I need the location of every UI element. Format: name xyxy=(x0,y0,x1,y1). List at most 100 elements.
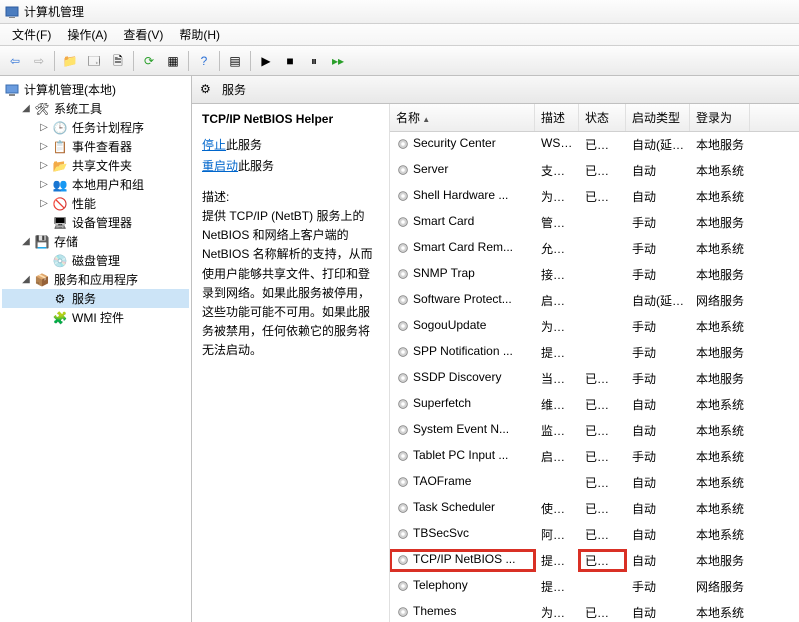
gear-icon xyxy=(396,605,410,619)
col-header-name[interactable]: 名称 xyxy=(390,104,535,131)
service-row[interactable]: Server支持...已启动自动本地系统 xyxy=(390,158,799,184)
tree-services-apps[interactable]: ◢ 📦 服务和应用程序 xyxy=(2,270,189,289)
gear-icon xyxy=(396,319,410,333)
expand-icon[interactable]: ▷ xyxy=(38,198,50,210)
service-startup: 自动(延迟... xyxy=(626,290,690,311)
service-name: SogouUpdate xyxy=(390,316,535,337)
service-logon: 本地系统 xyxy=(690,186,750,207)
service-logon: 本地系统 xyxy=(690,394,750,415)
service-row[interactable]: Smart Card管理...手动本地服务 xyxy=(390,210,799,236)
service-row[interactable]: System Event N...监视...已启动自动本地系统 xyxy=(390,418,799,444)
service-row[interactable]: Tablet PC Input ...启用...已启动手动本地系统 xyxy=(390,444,799,470)
play-button[interactable]: ▶ xyxy=(255,50,277,72)
menu-action[interactable]: 操作(A) xyxy=(59,23,115,46)
service-row[interactable]: SogouUpdate为搜...手动本地系统 xyxy=(390,314,799,340)
tree-disk-mgmt[interactable]: 💿 磁盘管理 xyxy=(2,251,189,270)
toolbar: ⇦ ⇨ 📁 🗔 🗎 ⟳ ▦ ? ▤ ▶ ■ ⏸ ▸▸ xyxy=(0,46,799,76)
service-row[interactable]: SSDP Discovery当发...已启动手动本地服务 xyxy=(390,366,799,392)
gear-icon xyxy=(396,345,410,359)
service-status xyxy=(579,342,626,363)
gear-icon xyxy=(396,553,410,567)
col-header-startup[interactable]: 启动类型 xyxy=(626,104,690,131)
tree-device-manager[interactable]: 🖥 设备管理器 xyxy=(2,213,189,232)
service-logon: 本地系统 xyxy=(690,472,750,493)
title-bar: 计算机管理 xyxy=(0,0,799,24)
service-row[interactable]: Task Scheduler使用...已启动自动本地系统 xyxy=(390,496,799,522)
content-body: TCP/IP NetBIOS Helper 停止此服务 重启动此服务 描述: 提… xyxy=(192,104,799,622)
service-startup: 自动 xyxy=(626,602,690,622)
service-desc: 管理... xyxy=(535,212,579,233)
service-startup: 手动 xyxy=(626,368,690,389)
expand-icon[interactable]: ▷ xyxy=(38,179,50,191)
pause-button[interactable]: ⏸ xyxy=(303,50,325,72)
service-status xyxy=(579,238,626,259)
menu-file[interactable]: 文件(F) xyxy=(4,23,59,46)
help-button[interactable]: ? xyxy=(193,50,215,72)
service-row[interactable]: SPP Notification ...提供...手动本地服务 xyxy=(390,340,799,366)
service-status: 已启动 xyxy=(579,160,626,181)
service-row[interactable]: Software Protect...启用...自动(延迟...网络服务 xyxy=(390,288,799,314)
col-header-desc[interactable]: 描述 xyxy=(535,104,579,131)
service-row[interactable]: Security CenterWSC...已启动自动(延迟...本地服务 xyxy=(390,132,799,158)
expand-icon[interactable]: ▷ xyxy=(38,160,50,172)
tree-services[interactable]: ⚙ 服务 xyxy=(2,289,189,308)
tree-system-tools[interactable]: ◢ 🛠 系统工具 xyxy=(2,99,189,118)
tree-event-viewer[interactable]: ▷ 📋 事件查看器 xyxy=(2,137,189,156)
folder-button[interactable]: 📁 xyxy=(59,50,81,72)
tree-shared-folders[interactable]: ▷ 📂 共享文件夹 xyxy=(2,156,189,175)
service-startup: 自动 xyxy=(626,524,690,545)
service-desc: 允许... xyxy=(535,238,579,259)
service-name: Themes xyxy=(390,602,535,622)
gear-icon xyxy=(396,241,410,255)
stop-service-link[interactable]: 停止 xyxy=(202,138,226,152)
service-desc: 当发... xyxy=(535,368,579,389)
tree-storage[interactable]: ◢ 💾 存储 xyxy=(2,232,189,251)
service-desc: 为用... xyxy=(535,602,579,622)
tree-task-scheduler[interactable]: ▷ 🕒 任务计划程序 xyxy=(2,118,189,137)
col-header-logon[interactable]: 登录为 xyxy=(690,104,750,131)
back-button[interactable]: ⇦ xyxy=(4,50,26,72)
expand-icon[interactable]: ▷ xyxy=(38,122,50,134)
service-row[interactable]: Themes为用...已启动自动本地系统 xyxy=(390,600,799,622)
service-row[interactable]: TCP/IP NetBIOS ...提供...已启动自动本地服务 xyxy=(390,548,799,574)
col-header-status[interactable]: 状态 xyxy=(579,104,626,131)
view-button[interactable]: ▤ xyxy=(224,50,246,72)
collapse-icon[interactable]: ◢ xyxy=(20,103,32,115)
menu-help[interactable]: 帮助(H) xyxy=(171,23,228,46)
delete-button[interactable]: ▦ xyxy=(162,50,184,72)
service-row[interactable]: TBSecSvc阿里...已启动自动本地系统 xyxy=(390,522,799,548)
tree-local-users[interactable]: ▷ 👥 本地用户和组 xyxy=(2,175,189,194)
service-name: Smart Card xyxy=(390,212,535,233)
collapse-icon[interactable]: ◢ xyxy=(20,274,32,286)
service-row[interactable]: Superfetch维护...已启动自动本地系统 xyxy=(390,392,799,418)
stop-button[interactable]: ■ xyxy=(279,50,301,72)
service-status: 已启动 xyxy=(579,498,626,519)
tree-label: 本地用户和组 xyxy=(72,176,144,193)
export-button[interactable]: 🗎 xyxy=(107,50,129,72)
service-name: Telephony xyxy=(390,576,535,597)
service-row[interactable]: Shell Hardware ...为自...已启动自动本地系统 xyxy=(390,184,799,210)
service-row[interactable]: TAOFrame已启动自动本地系统 xyxy=(390,470,799,496)
properties-button[interactable]: 🗔 xyxy=(83,50,105,72)
service-desc: 提供... xyxy=(535,342,579,363)
expand-icon[interactable]: ▷ xyxy=(38,141,50,153)
service-logon: 本地服务 xyxy=(690,368,750,389)
service-row[interactable]: SNMP Trap接收...手动本地服务 xyxy=(390,262,799,288)
desc-text: 提供 TCP/IP (NetBT) 服务上的 NetBIOS 和网络上客户端的 … xyxy=(202,207,379,361)
service-row[interactable]: Telephony提供...手动网络服务 xyxy=(390,574,799,600)
toolbar-separator xyxy=(133,51,134,71)
service-startup: 自动 xyxy=(626,550,690,571)
collapse-icon[interactable]: ◢ xyxy=(20,236,32,248)
refresh-button[interactable]: ⟳ xyxy=(138,50,160,72)
gear-icon: ⚙ xyxy=(52,291,68,307)
service-row[interactable]: Smart Card Rem...允许...手动本地系统 xyxy=(390,236,799,262)
tree-performance[interactable]: ▷ 🚫 性能 xyxy=(2,194,189,213)
restart-button[interactable]: ▸▸ xyxy=(327,50,349,72)
forward-button[interactable]: ⇨ xyxy=(28,50,50,72)
menu-view[interactable]: 查看(V) xyxy=(115,23,171,46)
service-name: Server xyxy=(390,160,535,181)
tree-wmi[interactable]: 🧩 WMI 控件 xyxy=(2,308,189,327)
tree-label: 磁盘管理 xyxy=(72,252,120,269)
tree-root[interactable]: 计算机管理(本地) xyxy=(2,80,189,99)
restart-service-link[interactable]: 重启动 xyxy=(202,159,238,173)
